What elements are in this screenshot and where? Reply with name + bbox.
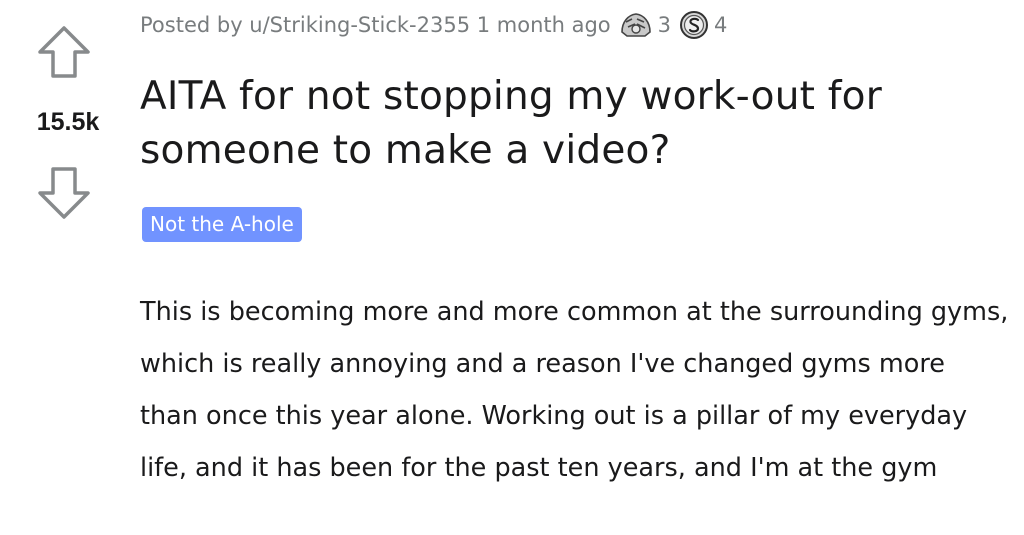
- post-body: This is becoming more and more common at…: [140, 297, 1009, 483]
- arrow-up-outline-icon: [38, 26, 90, 78]
- silver-award-icon: [680, 11, 709, 39]
- upvote-button[interactable]: [36, 24, 92, 80]
- wholesome-award-icon: [620, 13, 651, 37]
- downvote-button[interactable]: [36, 165, 92, 221]
- award-count: 4: [714, 13, 728, 37]
- arrow-down-outline-icon: [38, 167, 90, 219]
- award-silver[interactable]: 4: [679, 10, 727, 40]
- post-meta: Posted by u/Striking-Stick-2355 1 month …: [140, 10, 727, 40]
- vote-column: 15.5k: [0, 0, 130, 535]
- vote-score: 15.5k: [36, 108, 100, 136]
- author-line[interactable]: Posted by u/Striking-Stick-2355 1 month …: [140, 13, 611, 37]
- post-flair[interactable]: Not the A-hole: [142, 207, 302, 242]
- award-count: 3: [657, 13, 672, 37]
- post-title[interactable]: AITA for not stopping my work-out for so…: [140, 70, 1000, 178]
- award-wholesome[interactable]: 3: [619, 10, 671, 40]
